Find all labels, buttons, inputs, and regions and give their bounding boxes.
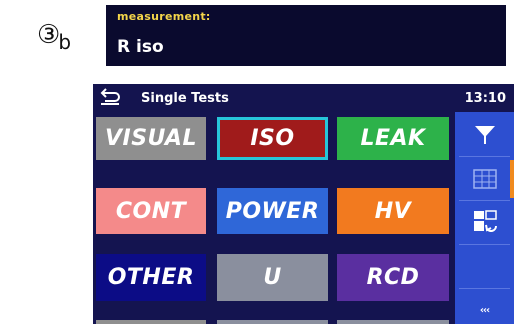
screen-header: Single Tests 13:10 bbox=[93, 84, 514, 112]
swap-view-button[interactable] bbox=[455, 204, 514, 240]
divider bbox=[459, 156, 510, 157]
swap-view-icon bbox=[473, 210, 497, 232]
step-number: ③ bbox=[37, 20, 61, 50]
tile-iso[interactable]: ISO bbox=[217, 117, 328, 160]
tile-hv[interactable]: HV bbox=[337, 188, 449, 234]
tile-label: HV bbox=[374, 198, 412, 224]
divider bbox=[459, 244, 510, 245]
tile-row-partial bbox=[96, 320, 206, 324]
measurement-box: measurement: R iso bbox=[106, 5, 506, 66]
divider bbox=[459, 200, 510, 201]
tile-other[interactable]: OTHER bbox=[96, 254, 206, 301]
measurement-value: R iso bbox=[117, 37, 164, 57]
tile-label: CONT bbox=[115, 198, 187, 224]
divider bbox=[459, 288, 510, 289]
tile-row-partial bbox=[217, 320, 328, 324]
tile-visual[interactable]: VISUAL bbox=[96, 117, 206, 160]
filter-button[interactable] bbox=[455, 116, 514, 154]
tile-label: U bbox=[263, 265, 282, 290]
screen-title: Single Tests bbox=[141, 91, 229, 106]
tile-label: LEAK bbox=[360, 126, 426, 151]
step-suffix: b bbox=[58, 30, 72, 54]
back-icon[interactable] bbox=[99, 87, 121, 107]
tile-label: VISUAL bbox=[105, 126, 197, 151]
tile-label: OTHER bbox=[107, 265, 195, 290]
grid-view-button[interactable] bbox=[455, 162, 514, 196]
tile-leak[interactable]: LEAK bbox=[337, 117, 449, 160]
measurement-label: measurement: bbox=[117, 10, 211, 23]
tile-power[interactable]: POWER bbox=[217, 188, 328, 234]
tile-row-partial bbox=[337, 320, 449, 324]
side-panel: ‹‹‹ bbox=[455, 112, 514, 324]
grid-view-icon bbox=[472, 169, 497, 189]
device-screen: Single Tests 13:10 VISUAL ISO LEAK CONT … bbox=[93, 84, 514, 324]
tile-label: ISO bbox=[250, 126, 295, 151]
step-marker: ③b bbox=[37, 20, 73, 54]
tile-rcd[interactable]: RCD bbox=[337, 254, 449, 301]
filter-icon bbox=[474, 126, 495, 144]
tile-label: RCD bbox=[366, 265, 420, 290]
more-button[interactable]: ‹‹‹ bbox=[455, 302, 514, 324]
clock: 13:10 bbox=[464, 91, 506, 106]
tile-u[interactable]: U bbox=[217, 254, 328, 301]
tile-label: POWER bbox=[225, 198, 320, 224]
tile-cont[interactable]: CONT bbox=[96, 188, 206, 234]
